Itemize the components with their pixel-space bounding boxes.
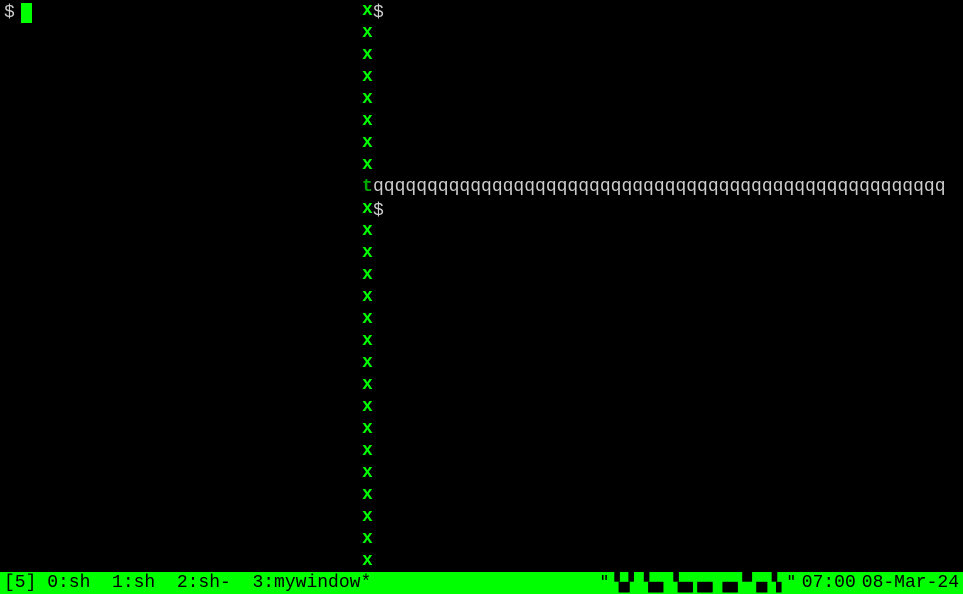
pane-left[interactable]: $ <box>0 0 362 572</box>
shell-prompt: $ <box>4 2 15 24</box>
status-bar: [5] 0:sh 1:sh 2:sh- 3:mywindow* "▝▄▘▝▄▖▝… <box>0 572 963 594</box>
pane-bottom-right[interactable]: $ <box>373 198 963 572</box>
status-time: 07:00 <box>802 572 856 594</box>
status-host: "▝▄▘▝▄▖▝▄▖▄▖▗▄▝▘▄▝▖" <box>599 572 796 594</box>
status-windows: 0:sh 1:sh 2:sh- 3:mywindow* <box>36 572 371 594</box>
terminal-area: $ x x x x x x x x t x x x x x x x x x x … <box>0 0 963 572</box>
horizontal-border: qqqqqqqqqqqqqqqqqqqqqqqqqqqqqqqqqqqqqqqq… <box>373 176 963 198</box>
right-pane-group: $ qqqqqqqqqqqqqqqqqqqqqqqqqqqqqqqqqqqqqq… <box>373 0 963 572</box>
vertical-border: x x x x x x x x t x x x x x x x x x x x … <box>362 0 373 572</box>
prompt-row: $ <box>4 2 358 24</box>
shell-prompt: $ <box>373 201 384 221</box>
shell-prompt: $ <box>373 3 384 23</box>
status-date: 08-Mar-24 <box>862 572 959 594</box>
status-session: [5] <box>4 572 36 594</box>
cursor <box>21 3 32 23</box>
status-right: "▝▄▘▝▄▖▝▄▖▄▖▗▄▝▘▄▝▖" 07:00 08-Mar-24 <box>599 572 959 594</box>
pane-top-right[interactable]: $ <box>373 0 963 176</box>
